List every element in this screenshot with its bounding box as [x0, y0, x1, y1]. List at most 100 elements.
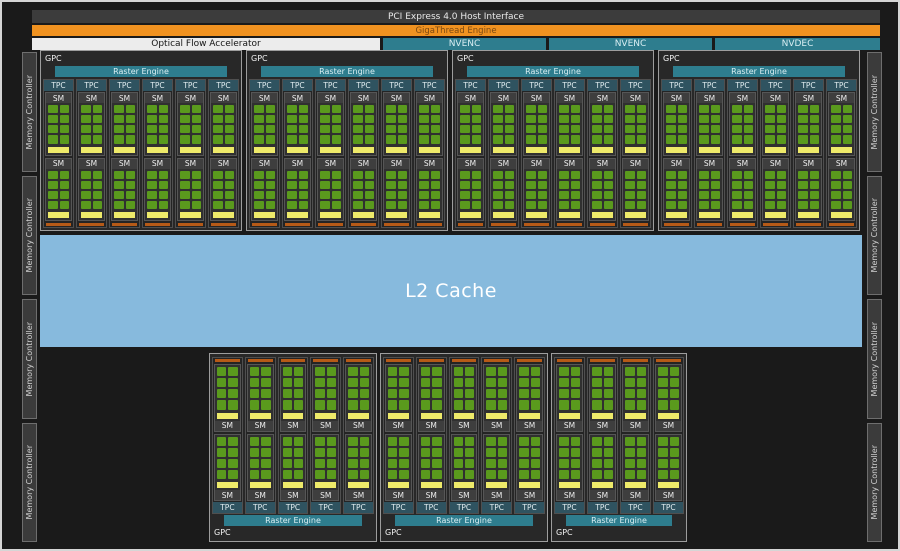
core-cell [420, 400, 431, 410]
texture-unit-bar [46, 223, 71, 226]
core-cell [460, 135, 470, 144]
core-cell [282, 469, 292, 479]
sm-label: SM [79, 158, 104, 169]
sm-block: SM [663, 157, 690, 221]
core-cell [298, 125, 308, 134]
core-cell [743, 170, 753, 179]
tpc-block: TPC SM SM [760, 79, 791, 228]
core-cell [677, 135, 687, 144]
core-cell [282, 447, 292, 457]
sm-label: SM [524, 158, 549, 169]
core-cell [432, 367, 442, 377]
core-cell [625, 115, 635, 124]
tpc-row: SM SM TPC SM SM TPC SM SM TPC SM SM TPC SM SM TPC [212, 357, 374, 514]
core-cell [388, 367, 398, 377]
core-cell [364, 180, 374, 189]
gpc-block: SM SM TPC SM SM TPC SM SM TPC SM SM TPC Raster Engin… [551, 353, 687, 542]
core-cell [636, 389, 646, 399]
core-cell [559, 135, 569, 144]
core-cell [530, 367, 540, 377]
core-cell [353, 170, 363, 179]
tpc-label: TPC [794, 80, 823, 91]
tpc-block: TPC SM SM [554, 79, 585, 228]
core-cell [213, 180, 223, 189]
special-unit-bar [460, 212, 481, 218]
core-cell [320, 115, 330, 124]
core-grid [281, 435, 306, 482]
core-cell [114, 170, 124, 179]
special-unit-bar [699, 212, 720, 218]
core-cell [530, 469, 540, 479]
sm-block: SM [622, 92, 649, 156]
core-cell [625, 436, 635, 446]
sm-block: SM [251, 92, 278, 156]
texture-unit-bar [557, 359, 582, 362]
core-cell [669, 436, 679, 446]
core-cell [180, 180, 190, 189]
sm-block: SM [729, 92, 756, 156]
sm-block: SM [246, 364, 274, 432]
sm-label: SM [178, 93, 203, 103]
core-cell [570, 447, 580, 457]
core-cell [331, 105, 341, 114]
core-cell [265, 180, 275, 189]
core-cell [464, 389, 475, 399]
core-cell [430, 115, 440, 124]
tpc-label: TPC [416, 502, 446, 513]
texture-unit-bar [697, 223, 722, 226]
sm-label: SM [346, 420, 371, 431]
core-cell [559, 400, 569, 410]
special-unit-bar [559, 482, 580, 488]
core-cell [213, 170, 223, 179]
core-cell [592, 115, 602, 124]
core-cell [114, 200, 124, 209]
core-cell [180, 200, 190, 209]
core-cell [603, 400, 613, 410]
core-cell [831, 170, 841, 179]
core-cell [570, 105, 580, 114]
core-cell [493, 190, 503, 199]
special-unit-bar [386, 212, 407, 218]
special-unit-bar [732, 146, 753, 153]
core-cell [497, 469, 508, 479]
sm-label: SM [590, 93, 615, 103]
sm-block: SM [416, 92, 443, 156]
core-cell [265, 200, 275, 209]
core-cell [254, 115, 264, 124]
core-cell [224, 115, 234, 124]
core-cell [386, 170, 396, 179]
core-cell [287, 115, 297, 124]
sm-label: SM [730, 93, 755, 103]
core-cell [217, 389, 227, 399]
gpc-block: GPC Raster Engine TPC SM SM TPC SM SM TPC SM SM TPC… [452, 50, 654, 231]
core-cell [399, 400, 409, 410]
core-cell [831, 180, 841, 189]
core-grid [386, 365, 411, 412]
core-cell [191, 200, 201, 209]
tpc-label: TPC [662, 80, 691, 91]
core-cell [486, 458, 496, 468]
core-cell [592, 389, 602, 399]
core-cell [249, 447, 260, 457]
memory-controller-label: Memory Controller [870, 445, 879, 520]
core-cell [743, 115, 753, 124]
memory-controllers-left: Memory Controller Memory Controller Memory… [22, 52, 37, 542]
tpc-label: TPC [213, 502, 242, 513]
core-cell [59, 105, 69, 114]
core-cell [125, 125, 135, 134]
sm-block: SM [177, 157, 204, 221]
sm-block: SM [622, 364, 649, 432]
core-cell [842, 105, 852, 114]
sm-label: SM [730, 158, 755, 169]
tpc-label: TPC [143, 80, 172, 91]
core-cell [710, 200, 720, 209]
core-cell [710, 125, 720, 134]
core-cell [191, 125, 201, 134]
core-cell [526, 170, 536, 179]
core-cell [493, 170, 503, 179]
core-grid [313, 365, 338, 412]
tpc-block: TPC SM SM [694, 79, 725, 228]
sm-label: SM [285, 93, 310, 103]
raster-engine-bar: Raster Engine [566, 515, 672, 526]
core-cell [765, 200, 775, 209]
